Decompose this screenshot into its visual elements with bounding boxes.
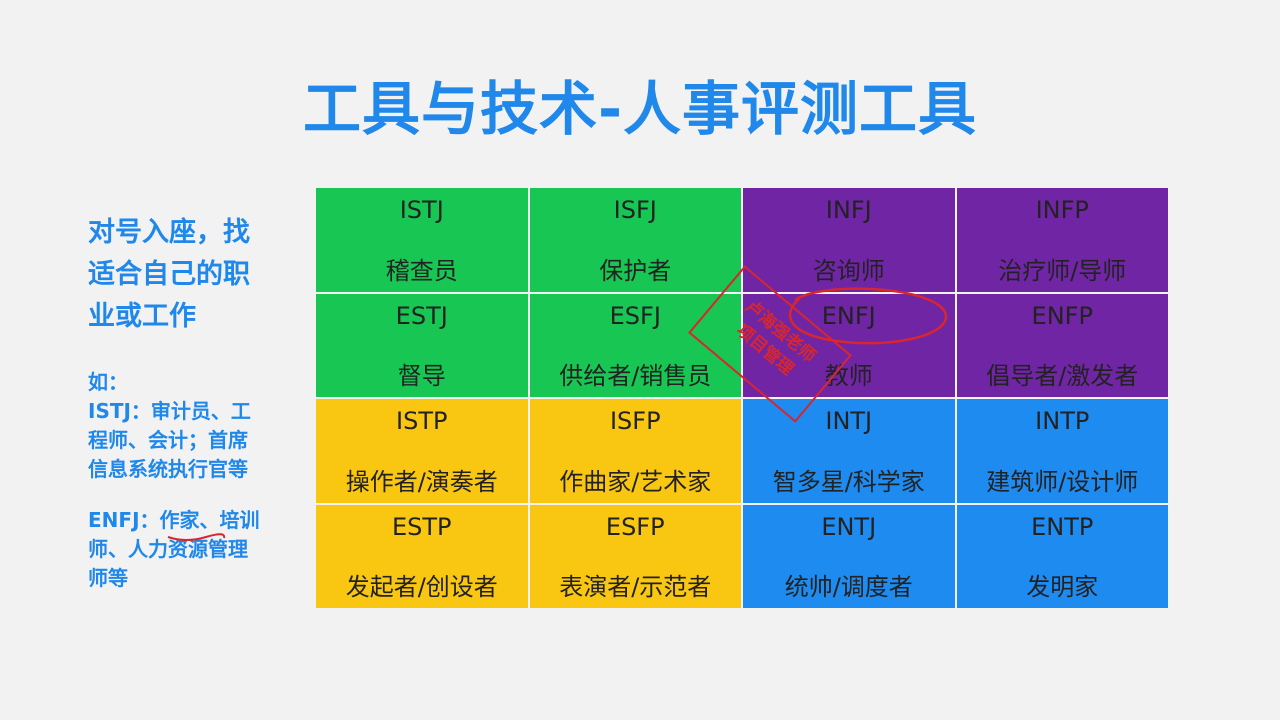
underline-annotation xyxy=(167,533,226,541)
mbti-cell-istj: ISTJ 稽查员 xyxy=(316,188,528,292)
example-line-text: ENFJ：作家、培训 xyxy=(88,508,260,532)
type-code: INFP xyxy=(1035,196,1089,224)
mbti-cell-istp: ISTP 操作者/演奏者 xyxy=(316,399,528,503)
type-code: ISFP xyxy=(609,407,661,435)
example-enfj: ENFJ：作家、培训 师、人力资源管理 师等 xyxy=(88,506,288,593)
left-panel: 对号入座，找 适合自己的职 业或工作 如： ISTJ：审计员、工 程师、会计；首… xyxy=(88,212,288,615)
example-line: ISTJ：审计员、工 xyxy=(88,399,251,423)
example-line: 师等 xyxy=(88,566,128,590)
type-code: ENFP xyxy=(1031,301,1093,330)
type-code: ISTP xyxy=(396,407,448,435)
type-role: 教师 xyxy=(824,362,873,390)
type-role: 发明家 xyxy=(1026,573,1099,601)
mbti-cell-intp: INTP 建筑师/设计师 xyxy=(956,399,1168,503)
type-code: ESTJ xyxy=(395,301,448,330)
type-role: 智多星/科学家 xyxy=(772,467,925,496)
example-line: 程师、会计；首席 xyxy=(88,428,248,452)
mbti-cell-infj: INFJ 咨询师 xyxy=(743,188,955,292)
type-role: 操作者/演奏者 xyxy=(345,467,498,496)
type-role: 统帅/调度者 xyxy=(784,573,913,601)
type-role: 发起者/创设者 xyxy=(345,573,498,601)
mbti-cell-estj: ESTJ 督导 xyxy=(316,293,528,397)
example-line: 信息系统执行官等 xyxy=(88,457,248,481)
type-code: ISFJ xyxy=(613,196,657,224)
type-role: 咨询师 xyxy=(812,256,885,285)
example-istj: 如： ISTJ：审计员、工 程师、会计；首席 信息系统执行官等 xyxy=(88,368,288,484)
mbti-cell-enfj: ENFJ 教师 xyxy=(743,293,955,397)
type-role: 建筑师/设计师 xyxy=(986,467,1139,496)
type-role: 治疗师/导师 xyxy=(998,256,1127,285)
type-code: ISTJ xyxy=(399,196,444,224)
headline-line: 对号入座，找 xyxy=(88,217,250,248)
example-line: 如： xyxy=(88,370,128,394)
type-code: INTJ xyxy=(825,407,873,435)
type-role: 稽查员 xyxy=(385,256,458,285)
mbti-cell-intj: INTJ 智多星/科学家 xyxy=(743,399,955,503)
mbti-cell-isfj: ISFJ 保护者 xyxy=(529,188,741,292)
mbti-cell-infp: INFP 治疗师/导师 xyxy=(956,188,1168,292)
mbti-cell-esfp: ESFP 表演者/示范者 xyxy=(529,504,741,608)
mbti-cell-entp: ENTP 发明家 xyxy=(956,504,1168,608)
type-role: 供给者/销售员 xyxy=(559,362,712,390)
examples: 如： ISTJ：审计员、工 程师、会计；首席 信息系统执行官等 ENFJ：作家、… xyxy=(88,368,288,593)
mbti-cell-enfp: ENFP 倡导者/激发者 xyxy=(956,293,1168,397)
slide-title: 工具与技术-人事评测工具 xyxy=(302,75,978,143)
headline: 对号入座，找 适合自己的职 业或工作 xyxy=(88,212,288,338)
type-code: INTP xyxy=(1035,407,1090,435)
type-role: 作曲家/艺术家 xyxy=(559,467,712,496)
mbti-cell-isfp: ISFP 作曲家/艺术家 xyxy=(529,399,741,503)
example-line: ENFJ：作家、培训 xyxy=(88,506,288,541)
type-code: ENFJ xyxy=(821,301,876,330)
mbti-grid: ISTJ 稽查员 ISFJ 保护者 INFJ 咨询师 INFP 治疗师/导师 ESTJ 督导 ESF… xyxy=(316,188,1168,608)
type-role: 倡导者/激发者 xyxy=(986,362,1139,390)
type-code: ESFJ xyxy=(609,301,661,330)
type-code: INFJ xyxy=(825,196,872,224)
type-code: ENTJ xyxy=(821,512,877,541)
type-code: ENTP xyxy=(1031,512,1094,541)
type-code: ESFP xyxy=(605,512,665,541)
mbti-cell-entj: ENTJ 统帅/调度者 xyxy=(743,504,955,608)
mbti-cell-esfj: ESFJ 供给者/销售员 xyxy=(529,293,741,397)
headline-line: 适合自己的职 xyxy=(88,259,250,290)
type-role: 保护者 xyxy=(599,256,672,285)
headline-line: 业或工作 xyxy=(88,301,196,332)
type-role: 督导 xyxy=(397,362,446,390)
mbti-cell-estp: ESTP 发起者/创设者 xyxy=(316,504,528,608)
type-code: ESTP xyxy=(391,512,452,541)
type-role: 表演者/示范者 xyxy=(559,573,712,601)
